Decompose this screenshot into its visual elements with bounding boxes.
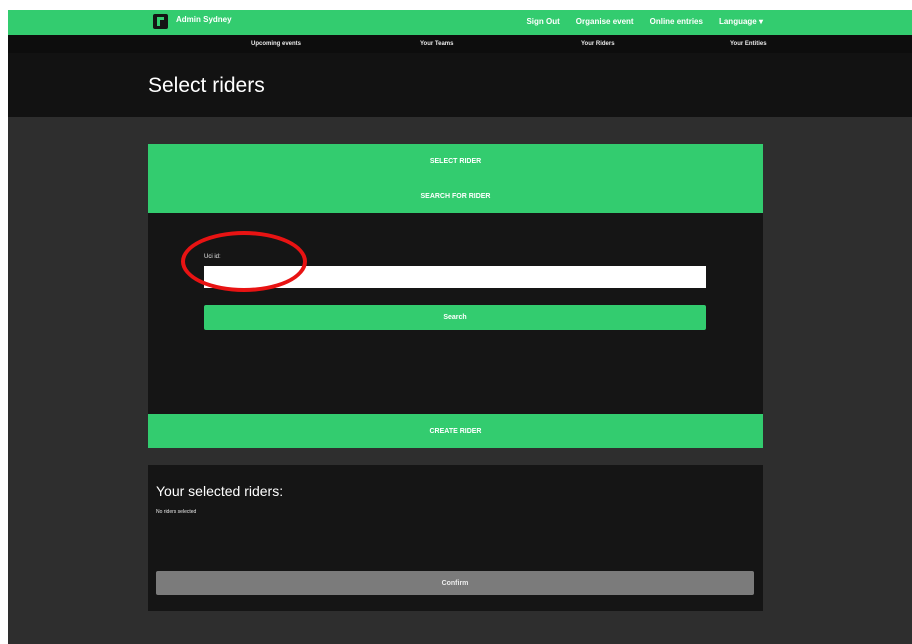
app-window: Admin Sydney Sign Out Organise event Onl…	[8, 10, 912, 644]
subnav-upcoming-events[interactable]: Upcoming events	[251, 41, 301, 47]
create-rider-tab[interactable]: CREATE RIDER	[148, 414, 763, 448]
page-title: Select riders	[148, 74, 265, 97]
user-name[interactable]: Admin Sydney	[176, 15, 232, 24]
select-rider-tab[interactable]: SELECT RIDER	[148, 144, 763, 180]
search-for-rider-tab[interactable]: SEARCH FOR RIDER	[148, 179, 763, 213]
top-nav: Sign Out Organise event Online entries L…	[526, 17, 763, 26]
sub-nav: Upcoming events Your Teams Your Riders Y…	[8, 35, 912, 53]
logo-icon[interactable]	[153, 14, 168, 29]
subnav-your-riders[interactable]: Your Riders	[581, 41, 615, 47]
selected-riders-title: Your selected riders:	[156, 483, 284, 499]
subnav-your-teams[interactable]: Your Teams	[420, 41, 453, 47]
uci-id-label: Uci id:	[204, 254, 221, 260]
uci-id-input[interactable]	[204, 266, 706, 288]
language-dropdown[interactable]: Language ▾	[719, 17, 763, 26]
selected-riders-panel: Your selected riders: No riders selected…	[148, 465, 763, 611]
organise-event-link[interactable]: Organise event	[576, 17, 634, 26]
sign-out-link[interactable]: Sign Out	[526, 17, 559, 26]
page-header: Select riders	[8, 53, 912, 117]
search-button[interactable]: Search	[204, 305, 706, 330]
no-riders-text: No riders selected	[156, 509, 197, 515]
top-bar: Admin Sydney Sign Out Organise event Onl…	[8, 10, 912, 35]
online-entries-link[interactable]: Online entries	[650, 17, 703, 26]
rider-search-panel: SELECT RIDER SEARCH FOR RIDER Uci id: Se…	[148, 144, 763, 448]
confirm-button[interactable]: Confirm	[156, 571, 754, 595]
subnav-your-entities[interactable]: Your Entities	[730, 41, 767, 47]
